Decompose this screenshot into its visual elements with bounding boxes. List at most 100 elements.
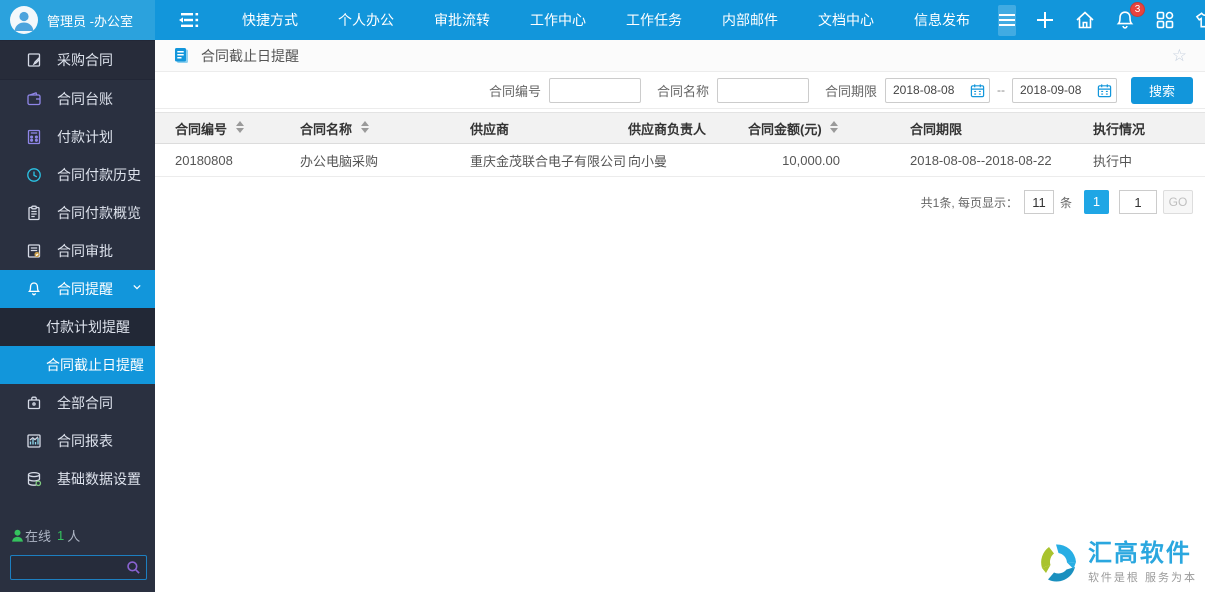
sort-icon[interactable]: [236, 121, 244, 133]
nav-item-personal[interactable]: 个人办公: [318, 0, 414, 40]
sidebar-item-purchase-contract[interactable]: 采购合同: [0, 40, 155, 80]
filter-bar: 合同编号 合同名称 合同期限 -- 搜索: [155, 72, 1205, 109]
period-label: 合同期限: [825, 81, 877, 100]
favorite-star-icon[interactable]: ☆: [1172, 46, 1187, 66]
online-user-icon: [10, 528, 25, 543]
sidebar-subitem-contract-deadline-reminder[interactable]: 合同截止日提醒: [0, 346, 155, 384]
current-user: 管理员 -办公室: [47, 11, 133, 30]
hamburger-icon: [998, 13, 1016, 27]
clock-icon: [25, 167, 42, 184]
sidebar-item-contract-approval[interactable]: 合同审批: [0, 232, 155, 270]
sidebar-item-label: 合同付款概览: [57, 203, 141, 223]
online-label: 在线: [25, 526, 51, 545]
contract-doc-icon: [25, 52, 42, 69]
more-menu-button[interactable]: [998, 5, 1016, 36]
user-icon: [10, 6, 38, 34]
theme-icon[interactable]: [1194, 9, 1205, 31]
cell-supplier-contact: 向小曼: [628, 144, 748, 177]
sidebar-item-payment-history[interactable]: 合同付款历史: [0, 156, 155, 194]
page-size-unit: 条: [1060, 194, 1072, 211]
cell-status: 执行中: [1093, 144, 1205, 177]
table-row[interactable]: 20180808 办公电脑采购 重庆金茂联合电子有限公司 向小曼 10,000.…: [155, 144, 1205, 177]
sort-icon[interactable]: [830, 121, 838, 133]
online-status: 在线 1 人: [10, 526, 147, 545]
sidebar-item-label: 付款计划: [57, 127, 113, 147]
nav-item-mail[interactable]: 内部邮件: [702, 0, 798, 40]
top-bar: 管理员 -办公室 快捷方式 个人办公 审批流转 工作中心 工作任务 内部邮件 文…: [0, 0, 1205, 40]
sidebar-item-label: 全部合同: [57, 393, 113, 413]
sidebar: 采购合同 合同台账 付款计划 合同付款历史: [0, 40, 155, 592]
sidebar-item-payment-overview[interactable]: 合同付款概览: [0, 194, 155, 232]
vendor-name: 汇高软件: [1088, 542, 1197, 566]
approval-icon: [25, 243, 42, 260]
top-navigation: 快捷方式 个人办公 审批流转 工作中心 工作任务 内部邮件 文档中心 信息发布: [222, 0, 990, 40]
sidebar-item-contract-reminder[interactable]: 合同提醒: [0, 270, 155, 308]
nav-item-shortcuts[interactable]: 快捷方式: [222, 0, 318, 40]
notifications-icon[interactable]: 3: [1114, 9, 1136, 31]
col-status: 执行情况: [1093, 113, 1205, 144]
chevron-down-icon: [133, 283, 141, 291]
cell-supplier: 重庆金茂联合电子有限公司: [470, 144, 628, 177]
add-icon[interactable]: [1034, 9, 1056, 31]
search-button[interactable]: 搜索: [1131, 77, 1193, 104]
avatar[interactable]: [10, 6, 38, 34]
pagination-summary: 共1条, 每页显示：: [921, 194, 1018, 211]
col-contract-no: 合同编号: [155, 113, 300, 144]
sidebar-collapse-icon[interactable]: [178, 7, 200, 33]
vendor-slogan: 软件是根 服务为本: [1088, 569, 1197, 585]
page-size-input[interactable]: [1024, 190, 1054, 214]
date-range-separator: --: [997, 83, 1005, 97]
sort-icon[interactable]: [361, 121, 369, 133]
contract-no-label: 合同编号: [489, 81, 541, 100]
sidebar-item-base-data-settings[interactable]: 基础数据设置: [0, 460, 155, 498]
col-supplier-contact: 供应商负责人: [628, 113, 748, 144]
database-icon: [25, 471, 42, 488]
contract-name-label: 合同名称: [657, 81, 709, 100]
calendar-icon[interactable]: [1097, 83, 1112, 98]
nav-item-approval[interactable]: 审批流转: [414, 0, 510, 40]
online-count: 1: [57, 528, 64, 543]
page-doc-icon: [173, 47, 190, 65]
vendor-logo: 汇高软件 软件是根 服务为本: [1036, 540, 1197, 586]
topbar-icons: 3: [1016, 9, 1205, 31]
calculator-icon: [25, 129, 42, 146]
notification-badge: 3: [1130, 2, 1145, 17]
sidebar-item-payment-plan[interactable]: 付款计划: [0, 118, 155, 156]
clipboard-icon: [25, 205, 42, 222]
cell-amount: 10,000.00: [748, 144, 910, 177]
col-supplier: 供应商: [470, 113, 628, 144]
nav-item-workcenter[interactable]: 工作中心: [510, 0, 606, 40]
page-title: 合同截止日提醒: [201, 46, 299, 66]
sidebar-item-label: 基础数据设置: [57, 469, 141, 489]
contract-no-input[interactable]: [549, 78, 641, 103]
cell-contract-name: 办公电脑采购: [300, 144, 470, 177]
apps-icon[interactable]: [1154, 9, 1176, 31]
nav-item-documents[interactable]: 文档中心: [798, 0, 894, 40]
breadcrumb: 合同截止日提醒 ☆: [155, 40, 1205, 72]
wallet-icon: [25, 91, 42, 108]
sidebar-item-label: 合同审批: [57, 241, 113, 261]
contracts-table: 合同编号 合同名称 供应商 供应商负责人 合同金额(元) 合同期限 执行情况: [155, 112, 1205, 177]
current-page-button[interactable]: 1: [1084, 190, 1109, 214]
chart-icon: [25, 433, 42, 450]
user-panel[interactable]: 管理员 -办公室: [0, 0, 155, 40]
main-content: 合同截止日提醒 ☆ 合同编号 合同名称 合同期限 -- 搜索: [155, 40, 1205, 592]
nav-item-infopublish[interactable]: 信息发布: [894, 0, 990, 40]
sidebar-item-label: 采购合同: [57, 50, 113, 70]
sidebar-subitem-payment-plan-reminder[interactable]: 付款计划提醒: [0, 308, 155, 346]
col-amount: 合同金额(元): [748, 113, 910, 144]
sidebar-item-contract-reports[interactable]: 合同报表: [0, 422, 155, 460]
contract-name-input[interactable]: [717, 78, 809, 103]
sidebar-item-label: 合同提醒: [57, 279, 113, 299]
sidebar-item-all-contracts[interactable]: 全部合同: [0, 384, 155, 422]
table-header-row: 合同编号 合同名称 供应商 供应商负责人 合同金额(元) 合同期限 执行情况: [155, 113, 1205, 144]
cell-contract-no: 20180808: [155, 144, 300, 177]
calendar-icon[interactable]: [970, 83, 985, 98]
nav-item-tasks[interactable]: 工作任务: [606, 0, 702, 40]
goto-page-input[interactable]: [1119, 190, 1157, 214]
home-icon[interactable]: [1074, 9, 1096, 31]
go-button[interactable]: GO: [1163, 190, 1193, 214]
sidebar-item-contract-ledger[interactable]: 合同台账: [0, 80, 155, 118]
sidebar-footer: 在线 1 人: [0, 518, 155, 592]
search-icon[interactable]: [126, 560, 141, 575]
